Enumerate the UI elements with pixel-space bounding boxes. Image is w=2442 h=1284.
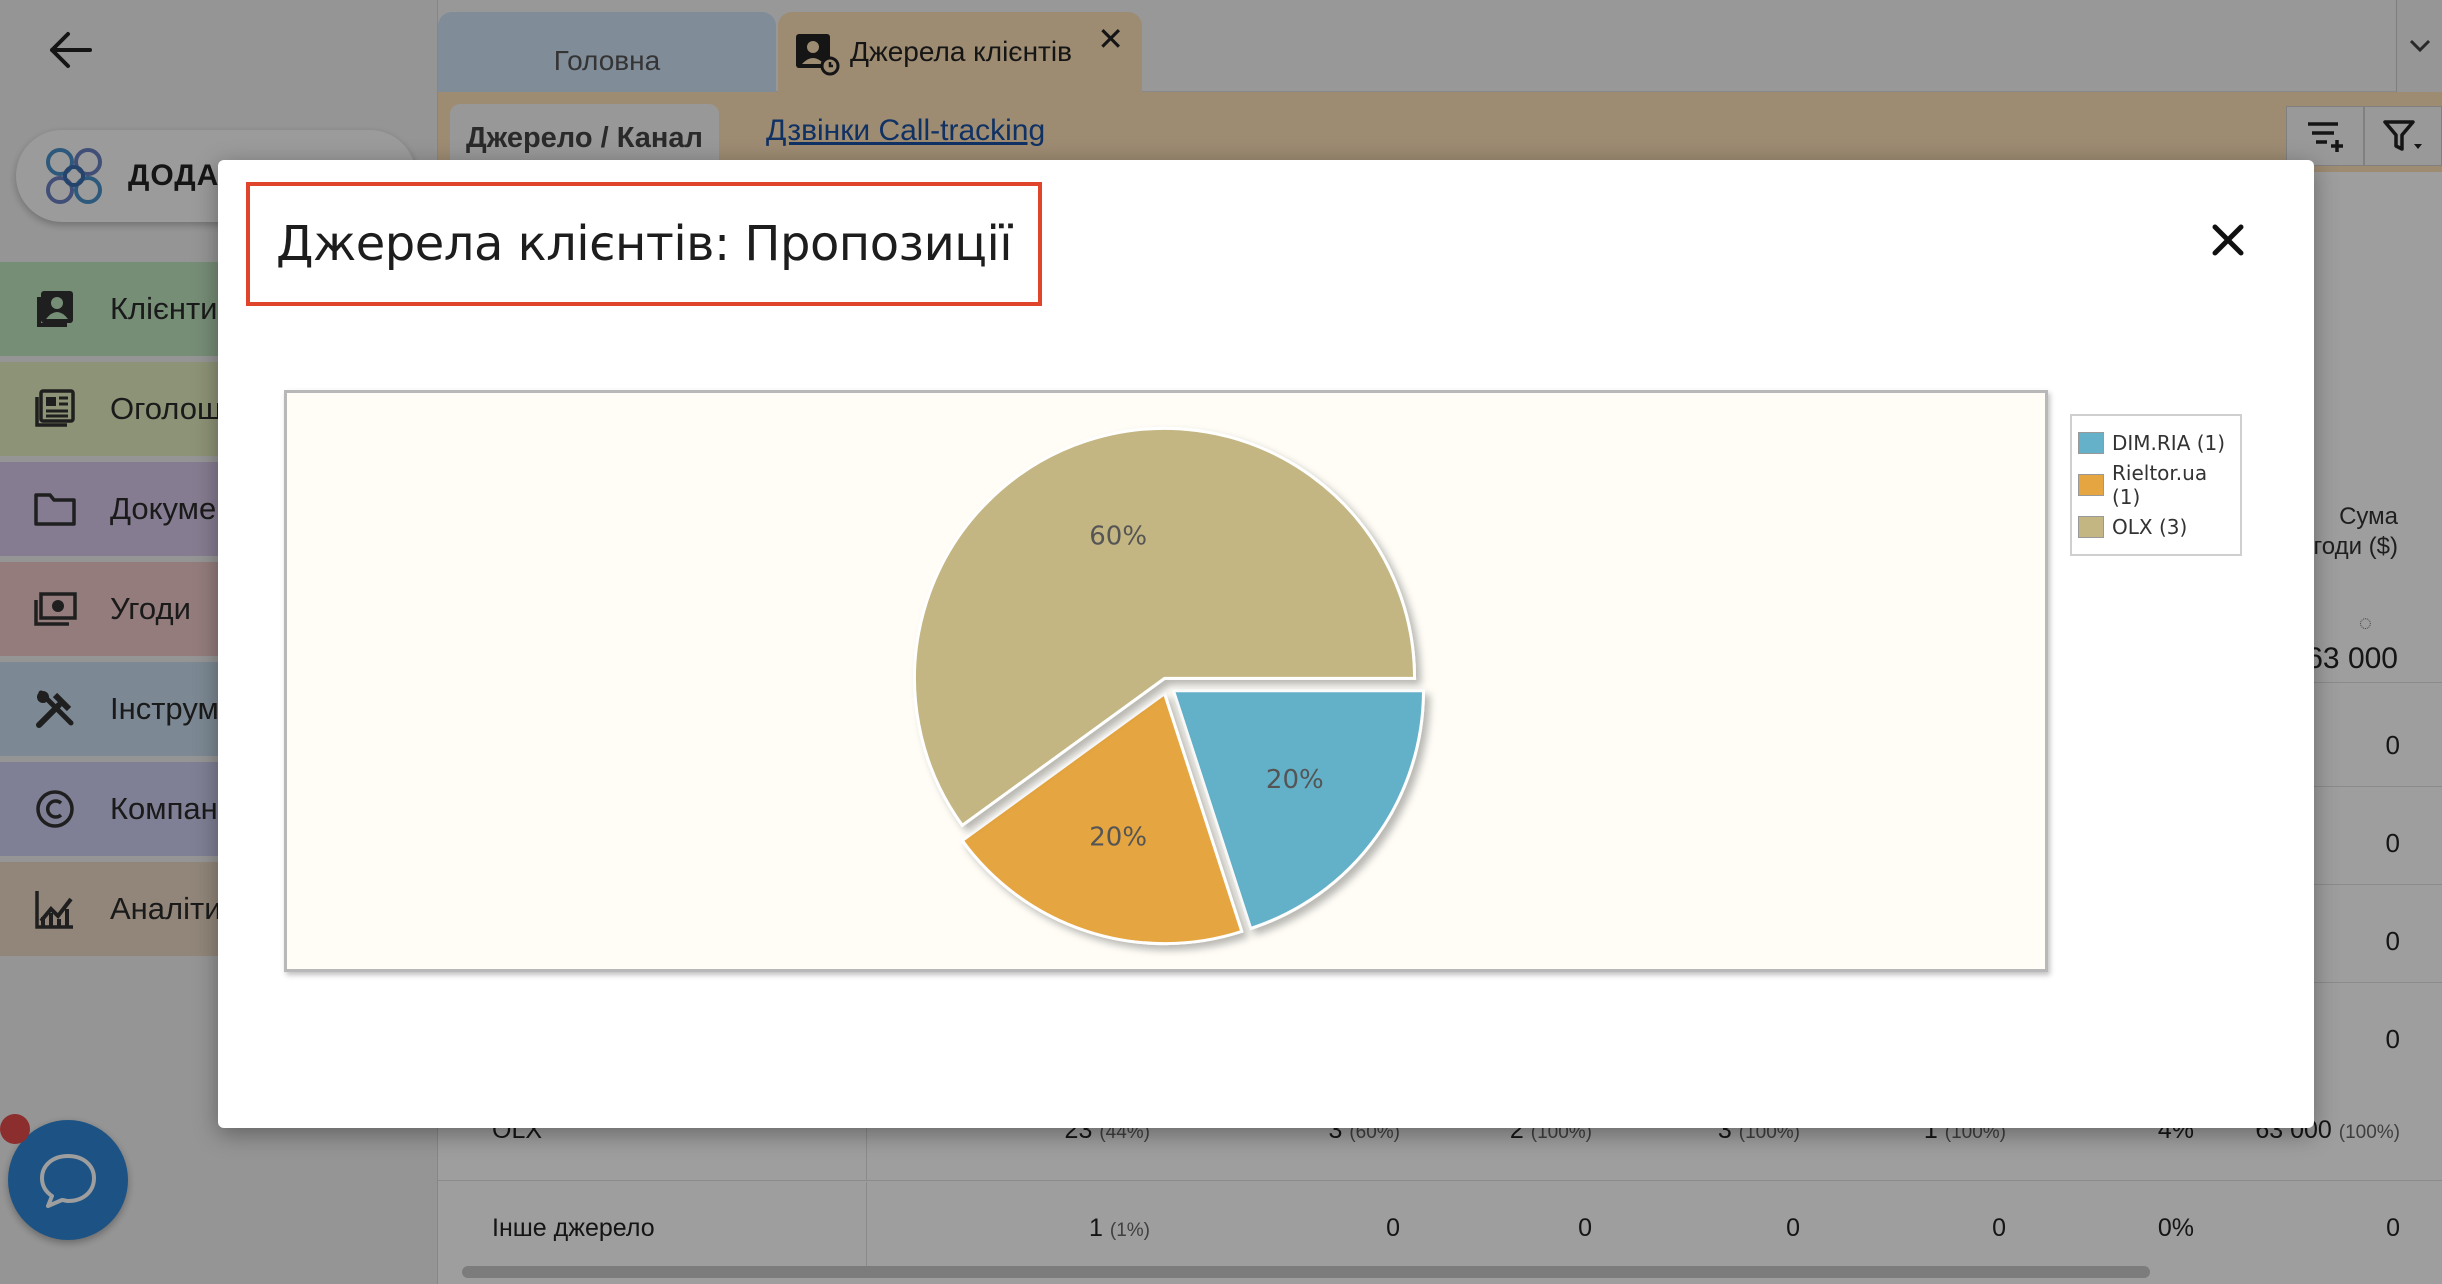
legend-label: Rieltor.ua (1) bbox=[2112, 461, 2208, 509]
pie-slice-label: 20% bbox=[1089, 822, 1147, 852]
modal-close-button[interactable] bbox=[2200, 212, 2256, 268]
chart-legend: DIM.RIA (1) Rieltor.ua (1) OLX (3) bbox=[2070, 414, 2242, 556]
pie-slice-label: 20% bbox=[1266, 765, 1324, 795]
legend-item[interactable]: DIM.RIA (1) bbox=[2078, 422, 2234, 464]
pie-chart: 20% 20% 60% bbox=[913, 426, 1425, 946]
legend-item[interactable]: OLX (3) bbox=[2078, 506, 2234, 548]
legend-swatch bbox=[2078, 516, 2104, 538]
modal-title: Джерела клієнтів: Пропозиції bbox=[246, 182, 1043, 306]
legend-swatch bbox=[2078, 474, 2104, 496]
chart-plot-area: 20% 20% 60% bbox=[284, 390, 2048, 972]
legend-label: DIM.RIA (1) bbox=[2112, 431, 2226, 455]
chart-modal: Джерела клієнтів: Пропозиції 20% 20% 60% D… bbox=[218, 160, 2314, 1128]
pie-slice-label: 60% bbox=[1089, 522, 1147, 552]
legend-item[interactable]: Rieltor.ua (1) bbox=[2078, 461, 2234, 509]
close-icon bbox=[2212, 224, 2244, 256]
legend-label: OLX (3) bbox=[2112, 515, 2188, 539]
legend-swatch bbox=[2078, 432, 2104, 454]
